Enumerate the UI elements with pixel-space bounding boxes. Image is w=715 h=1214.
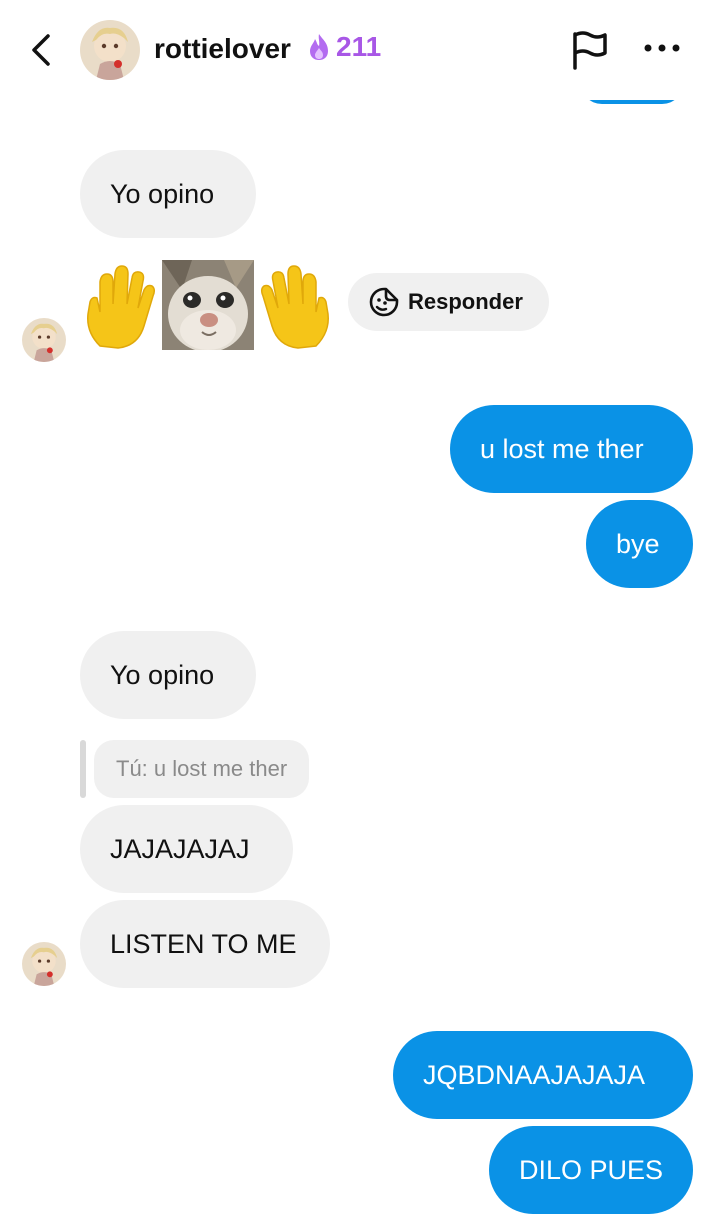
avatar[interactable] (80, 20, 140, 80)
incoming-message[interactable]: Yo opino (80, 631, 256, 719)
reply-indicator-bar (80, 740, 86, 798)
outgoing-message[interactable]: u lost me ther (450, 405, 693, 493)
incoming-message[interactable]: Yo opino (80, 150, 256, 238)
message-text: LISTEN TO ME (110, 928, 297, 959)
streak-badge: 211 (306, 31, 381, 63)
raised-hand-emoji[interactable] (258, 262, 336, 352)
message-text: u lost me ther (480, 433, 644, 464)
message-text: DILO PUES (519, 1154, 664, 1185)
chevron-left-icon (32, 34, 50, 66)
reply-quote-text: Tú: u lost me ther (116, 756, 288, 781)
cat-sticker[interactable] (162, 260, 254, 350)
reply-with-sticker-button[interactable]: Responder (348, 273, 549, 331)
chat-username[interactable]: rottielover (154, 33, 291, 65)
flame-icon (310, 34, 328, 60)
incoming-message[interactable]: JAJAJAJAJ (80, 805, 293, 893)
streak-count: 211 (336, 31, 382, 62)
outgoing-message[interactable]: JQBDNAAJAJAJA (393, 1031, 693, 1119)
message-text: Yo opino (110, 178, 215, 209)
more-icon (644, 44, 680, 52)
raised-hand-emoji[interactable] (80, 262, 158, 352)
reply-quote[interactable]: Tú: u lost me ther (94, 740, 310, 798)
sticker-smile-icon (369, 287, 399, 317)
back-button[interactable] (24, 30, 60, 70)
outgoing-message[interactable]: bye (586, 500, 693, 588)
more-options-button[interactable] (640, 38, 684, 58)
message-text: Yo opino (110, 659, 215, 690)
reply-button-label: Responder (408, 289, 523, 314)
chat-header: rottielover 211 (0, 0, 715, 100)
incoming-message[interactable]: LISTEN TO ME (80, 900, 330, 988)
sender-avatar[interactable] (22, 318, 66, 362)
sender-avatar[interactable] (22, 942, 66, 986)
flag-icon (573, 31, 607, 70)
message-text: JAJAJAJAJ (110, 833, 250, 864)
message-text: JQBDNAAJAJAJA (423, 1059, 646, 1090)
message-text: bye (616, 528, 660, 559)
report-button[interactable] (570, 28, 610, 72)
outgoing-message[interactable]: DILO PUES (489, 1126, 693, 1214)
